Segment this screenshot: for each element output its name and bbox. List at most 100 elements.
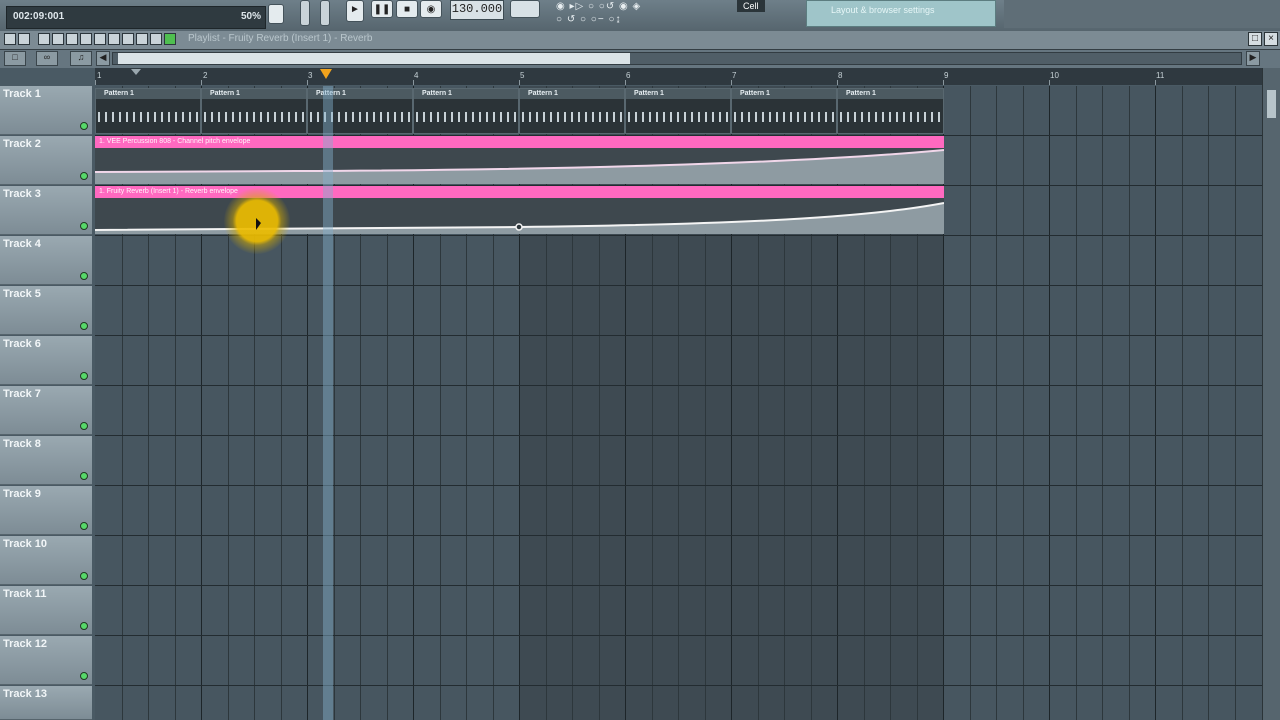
timeline-ruler[interactable]: 1 2 3 4 5 6 7 8 9 10 11: [95, 68, 1262, 85]
automation-clip[interactable]: 1. Fruity Reverb (Insert 1) - Reverb env…: [95, 186, 944, 234]
track-mute-led[interactable]: [80, 472, 88, 480]
pause-icon[interactable]: ❚❚: [371, 0, 393, 18]
close-button[interactable]: ×: [1264, 32, 1278, 46]
track-header[interactable]: Track 7: [0, 386, 92, 435]
automation-clip[interactable]: 1. VEE Percussion 808 - Channel pitch en…: [95, 136, 944, 184]
track-header[interactable]: Track 12: [0, 636, 92, 685]
window-menu-icon[interactable]: [4, 33, 16, 45]
track-header[interactable]: Track 6: [0, 336, 92, 385]
row-line: [95, 585, 1262, 586]
maximize-button[interactable]: □: [1248, 32, 1262, 46]
loop-start-marker[interactable]: [131, 69, 141, 75]
pattern-clip[interactable]: Pattern 1: [519, 88, 625, 134]
play-icon[interactable]: ►: [346, 0, 364, 22]
bar-line: [1049, 86, 1050, 720]
pattern-clip[interactable]: Pattern 1: [201, 88, 307, 134]
track-header[interactable]: Track 10: [0, 536, 92, 585]
pattern-clip-label: Pattern 1: [414, 89, 518, 99]
bar-number: 7: [732, 71, 737, 80]
track-mute-led[interactable]: [80, 572, 88, 580]
track-mute-led[interactable]: [80, 172, 88, 180]
ruler-tick: [943, 80, 944, 85]
playback-icon[interactable]: [164, 33, 176, 45]
track-header[interactable]: Track 13: [0, 686, 92, 720]
pattern-clip[interactable]: Pattern 1: [95, 88, 201, 134]
pattern-clip[interactable]: Pattern 1: [625, 88, 731, 134]
snap-icon[interactable]: [18, 33, 30, 45]
row-line: [95, 685, 1262, 686]
grid-line: [1023, 86, 1024, 720]
track-name: Track 9: [3, 488, 41, 500]
track-header[interactable]: Track 8: [0, 436, 92, 485]
slip-icon[interactable]: [94, 33, 106, 45]
track-header[interactable]: Track 3: [0, 186, 92, 235]
pattern-clip[interactable]: Pattern 1: [837, 88, 944, 134]
automation-clip-title: 1. Fruity Reverb (Insert 1) - Reverb env…: [95, 186, 944, 198]
view-icon[interactable]: □: [4, 51, 26, 66]
track-mute-led[interactable]: [80, 622, 88, 630]
automation-curve[interactable]: [95, 198, 944, 234]
track-name: Track 7: [3, 388, 41, 400]
track-mute-led[interactable]: [80, 672, 88, 680]
track-mute-led[interactable]: [80, 372, 88, 380]
ruler-tick: [413, 80, 414, 85]
automation-clip-body: [95, 198, 944, 234]
record-icon[interactable]: ◉: [420, 0, 442, 18]
pattern-clip[interactable]: Pattern 1: [731, 88, 837, 134]
row-line: [95, 535, 1262, 536]
track-mute-led[interactable]: [80, 522, 88, 530]
playlist-grid[interactable]: Pattern 1 Pattern 1 Pattern 1 Pattern 1 …: [95, 86, 1262, 720]
tempo-display[interactable]: 130.000: [450, 0, 504, 20]
track-mute-led[interactable]: [80, 322, 88, 330]
track-header[interactable]: Track 1: [0, 86, 92, 135]
track-mute-led[interactable]: [80, 122, 88, 130]
track-name: Track 2: [3, 138, 41, 150]
main-volume-slider[interactable]: [300, 0, 310, 26]
bar-number: 1: [97, 71, 102, 80]
track-mute-led[interactable]: [80, 272, 88, 280]
cpu-meter-icon[interactable]: [268, 4, 284, 24]
track-header[interactable]: Track 5: [0, 286, 92, 335]
mute-icon[interactable]: [80, 33, 92, 45]
vertical-scrollbar[interactable]: [1262, 68, 1280, 720]
arrow-left-icon[interactable]: ◀: [96, 51, 110, 66]
hint-zoom: 50%: [240, 11, 261, 22]
arrow-right-icon[interactable]: ▶: [1246, 51, 1260, 66]
ruler-tick: [1049, 80, 1050, 85]
slice-icon[interactable]: [108, 33, 120, 45]
brush-icon[interactable]: [52, 33, 64, 45]
speaker-icon[interactable]: [150, 33, 162, 45]
track-header[interactable]: Track 2: [0, 136, 92, 185]
select-icon[interactable]: [122, 33, 134, 45]
pattern-clip[interactable]: Pattern 1: [413, 88, 519, 134]
stop-icon[interactable]: ■: [396, 0, 418, 18]
track-header[interactable]: Track 9: [0, 486, 92, 535]
track-mute-led[interactable]: [80, 222, 88, 230]
delete-icon[interactable]: [66, 33, 78, 45]
song-position-marker[interactable]: [320, 69, 332, 79]
pattern-notes: [628, 112, 728, 122]
main-pitch-slider[interactable]: [320, 0, 330, 26]
toolbar-icon-grid[interactable]: ◉ ▸▷ ○ ○↺ ◉ ◈ ○ ↺ ○ ○− ○↨: [556, 0, 726, 28]
track-header[interactable]: Track 4: [0, 236, 92, 285]
preset-browser[interactable]: Layout & browser settings: [806, 0, 996, 27]
grid-line: [996, 86, 997, 720]
link-icon[interactable]: ∞: [36, 51, 58, 66]
vertical-scroll-thumb[interactable]: [1267, 90, 1276, 118]
track-name: Track 5: [3, 288, 41, 300]
snap-cell-label[interactable]: Cell: [737, 0, 765, 12]
automation-curve[interactable]: [95, 148, 944, 184]
row-line: [95, 285, 1262, 286]
time-display[interactable]: [510, 0, 540, 18]
audio-icon[interactable]: ♫: [70, 51, 92, 66]
row-line: [95, 435, 1262, 436]
pencil-icon[interactable]: [38, 33, 50, 45]
track-header[interactable]: Track 11: [0, 586, 92, 635]
track-mute-led[interactable]: [80, 422, 88, 430]
bar-number: 4: [414, 71, 419, 80]
horizontal-scroll-thumb[interactable]: [118, 53, 630, 64]
pattern-clip-label: Pattern 1: [520, 89, 624, 99]
pattern-clip-label: Pattern 1: [626, 89, 730, 99]
zoom-icon[interactable]: [136, 33, 148, 45]
bar-number: 5: [520, 71, 525, 80]
